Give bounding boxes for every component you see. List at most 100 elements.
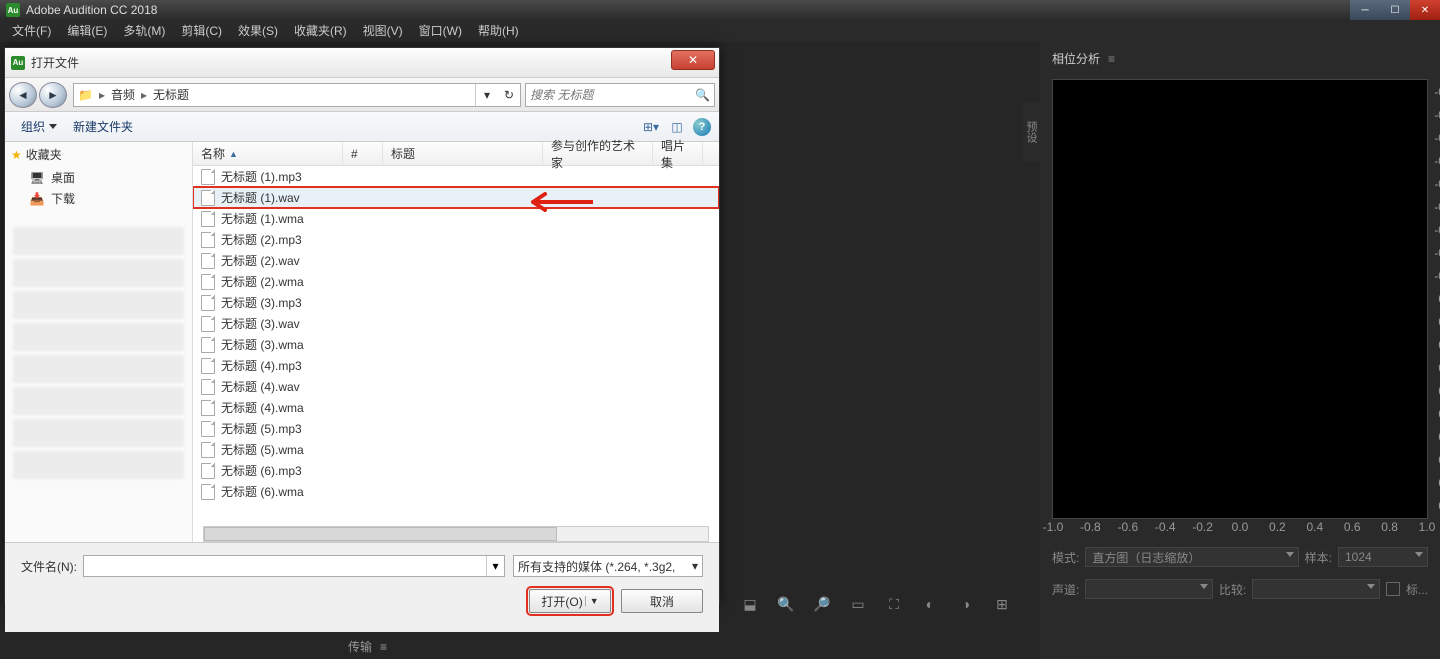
file-row[interactable]: 无标题 (4).mp3 [193,355,719,376]
breadcrumb[interactable]: 📁 ▸ 音频 ▸ 无标题 ▾ ↻ [73,83,521,107]
file-row[interactable]: 无标题 (3).wav [193,313,719,334]
menu-edit[interactable]: 编辑(E) [59,20,115,42]
compare-dropdown[interactable] [1252,579,1380,599]
menu-effects[interactable]: 效果(S) [230,20,286,42]
organize-button[interactable]: 组织 [13,116,65,137]
refresh-button[interactable]: ↻ [498,84,520,106]
zoom-out-time-icon[interactable]: ◑ [954,592,978,616]
menu-help[interactable]: 帮助(H) [470,20,527,42]
column-album[interactable]: 唱片集 [653,142,703,166]
file-row[interactable]: 无标题 (6).mp3 [193,460,719,481]
file-row[interactable]: 无标题 (5).wma [193,439,719,460]
file-row[interactable]: 无标题 (3).mp3 [193,292,719,313]
file-row[interactable]: 无标题 (1).wav [193,187,719,208]
column-name[interactable]: 名称▲ [193,142,343,166]
y-tick: -0.2 [1434,246,1440,260]
panel-controls: 模式: 直方图（日志缩放） 样本: 1024 声道: 比较: 标... [1052,547,1428,605]
menubar: 文件(F) 编辑(E) 多轨(M) 剪辑(C) 效果(S) 收藏夹(R) 视图(… [0,20,1440,42]
y-tick: -0.7 [1434,131,1440,145]
file-row[interactable]: 无标题 (6).wma [193,481,719,502]
y-tick: -0.8 [1434,108,1440,122]
horizontal-scrollbar[interactable] [203,526,709,542]
file-icon [201,274,215,290]
x-tick: 0.8 [1381,520,1398,534]
y-tick: -0.4 [1434,200,1440,214]
favorites-header[interactable]: ★ 收藏夹 [5,142,192,167]
search-icon[interactable]: 🔍 [695,88,710,102]
channel-dropdown[interactable] [1085,579,1213,599]
filename-input[interactable]: ▾ [83,555,505,577]
preset-tab[interactable]: 预设 [1022,102,1040,162]
filename-dropdown-button[interactable]: ▾ [486,556,504,576]
file-name-label: 无标题 (5).mp3 [221,420,302,437]
file-row[interactable]: 无标题 (1).wma [193,208,719,229]
file-row[interactable]: 无标题 (2).mp3 [193,229,719,250]
zoom-out-icon[interactable]: 🔎 [810,592,834,616]
file-name-label: 无标题 (4).wav [221,378,300,395]
x-tick: 1.0 [1419,520,1436,534]
zoom-selection-icon[interactable]: ⛶ [882,592,906,616]
download-icon: 📥 [29,193,45,205]
open-button[interactable]: 打开(O)▼ [529,589,611,613]
file-icon [201,442,215,458]
file-type-filter[interactable]: 所有支持的媒体 (*.264, *.3g2, ▾ [513,555,703,577]
preview-pane-button[interactable]: ◫ [667,117,687,137]
sort-asc-icon: ▲ [229,149,238,159]
minimize-button[interactable]: ─ [1350,0,1380,20]
app-icon: Au [6,3,20,17]
x-tick: -0.4 [1155,520,1176,534]
menu-multitrack[interactable]: 多轨(M) [115,20,173,42]
x-tick: -0.2 [1192,520,1213,534]
column-artist[interactable]: 参与创作的艺术家 [543,142,653,166]
zoom-in-icon[interactable]: 🔍 [774,592,798,616]
back-button[interactable]: ◄ [9,82,37,108]
menu-clip[interactable]: 剪辑(C) [173,20,230,42]
column-number[interactable]: # [343,142,383,166]
close-button[interactable]: ✕ [1410,0,1440,20]
view-mode-button[interactable]: ⊞▾ [641,117,661,137]
y-tick: -0.9 [1434,85,1440,99]
sidebar-item-downloads[interactable]: 📥 下载 [5,188,192,209]
file-row[interactable]: 无标题 (4).wma [193,397,719,418]
x-tick: 0.0 [1232,520,1249,534]
star-icon: ★ [11,148,22,162]
zoom-full-icon[interactable]: ⊞ [990,592,1014,616]
menu-view[interactable]: 视图(V) [355,20,411,42]
menu-window[interactable]: 窗口(W) [411,20,470,42]
file-row[interactable]: 无标题 (3).wma [193,334,719,355]
breadcrumb-dropdown-button[interactable]: ▾ [476,84,498,106]
dialog-footer: 文件名(N): ▾ 所有支持的媒体 (*.264, *.3g2, ▾ 打开(O)… [5,542,719,632]
file-row[interactable]: 无标题 (4).wav [193,376,719,397]
mode-dropdown[interactable]: 直方图（日志缩放） [1085,547,1298,567]
new-folder-button[interactable]: 新建文件夹 [65,116,141,137]
hamburger-icon[interactable]: ≡ [380,640,387,654]
hamburger-icon[interactable]: ≡ [1108,52,1115,66]
file-row[interactable]: 无标题 (5).mp3 [193,418,719,439]
x-tick: 0.6 [1344,520,1361,534]
file-icon [201,358,215,374]
maximize-button[interactable]: ☐ [1380,0,1410,20]
normalize-label: 标... [1406,581,1428,598]
help-icon[interactable]: ? [693,118,711,136]
file-row[interactable]: 无标题 (2).wma [193,271,719,292]
column-title[interactable]: 标题 [383,142,543,166]
search-box[interactable]: 🔍 [525,83,715,107]
sidebar-item-desktop[interactable]: 🖥 桌面 [5,167,192,188]
normalize-checkbox[interactable] [1386,582,1400,596]
zoom-in-time-icon[interactable]: ◐ [918,592,942,616]
crumb-untitled[interactable]: 无标题 [153,86,189,103]
file-row[interactable]: 无标题 (2).wav [193,250,719,271]
menu-file[interactable]: 文件(F) [4,20,59,42]
sample-dropdown[interactable]: 1024 [1338,547,1428,567]
dialog-close-button[interactable]: ✕ [671,50,715,70]
file-row[interactable]: 无标题 (1).mp3 [193,166,719,187]
app-icon: Au [11,56,25,70]
cancel-button[interactable]: 取消 [621,589,703,613]
zoom-fit-icon[interactable]: ▭ [846,592,870,616]
crumb-audio[interactable]: 音频 [111,86,135,103]
search-input[interactable] [530,88,695,102]
forward-button[interactable]: ► [39,82,67,108]
marker-icon[interactable]: ⬓ [738,592,762,616]
menu-favorites[interactable]: 收藏夹(R) [286,20,355,42]
file-icon [201,190,215,206]
